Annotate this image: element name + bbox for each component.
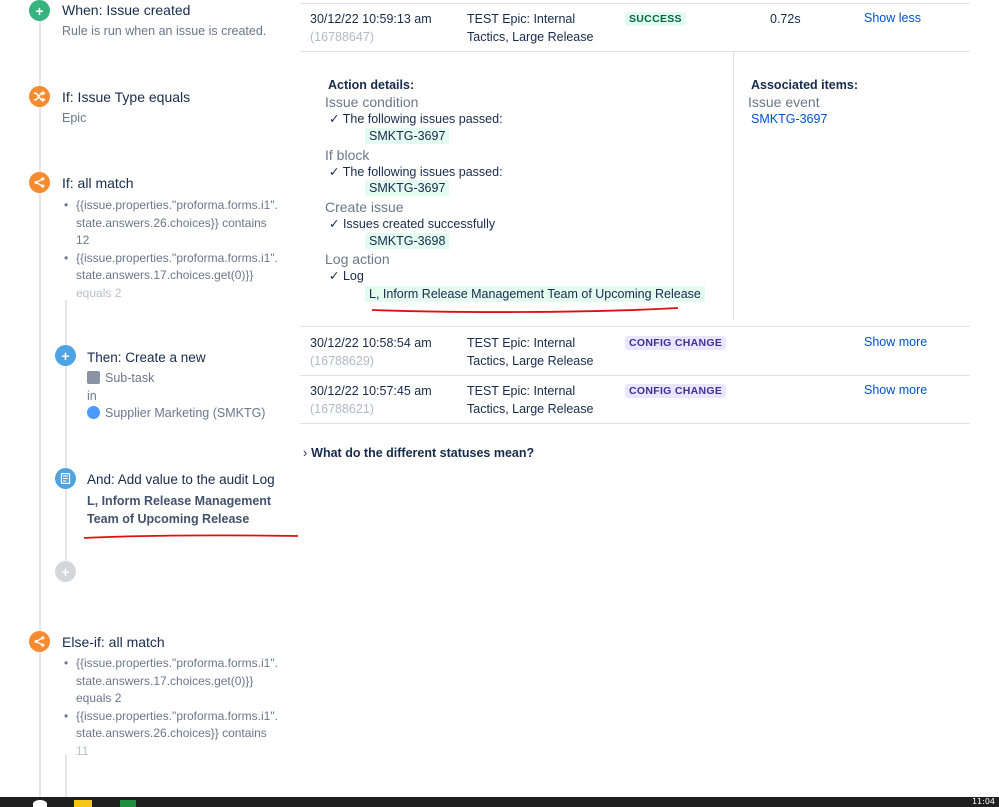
branch-line bbox=[65, 755, 67, 797]
condition-title[interactable]: If: Issue Type equals bbox=[62, 89, 190, 105]
issue-tag[interactable]: SMKTG-3697 bbox=[365, 180, 450, 196]
row-date: 30/12/22 10:58:54 am bbox=[310, 336, 432, 350]
status-badge: SUCCESS bbox=[625, 12, 686, 26]
add-step-icon[interactable]: + bbox=[55, 561, 76, 582]
rule-panel: + When: Issue created Rule is run when a… bbox=[0, 0, 300, 797]
row-issue: TEST Epic: Internal bbox=[467, 384, 576, 398]
row-duration: 0.72s bbox=[770, 12, 801, 26]
condition-value: Epic bbox=[62, 111, 87, 125]
folder-icon[interactable] bbox=[74, 800, 92, 807]
log-message: L, Inform Release Management Team of Upco… bbox=[87, 494, 272, 526]
table-row[interactable]: 30/12/22 10:58:54 am (16788629) TEST Epi… bbox=[300, 328, 970, 376]
start-icon[interactable] bbox=[33, 800, 47, 807]
row-date: 30/12/22 10:59:13 am bbox=[310, 12, 432, 26]
log-tag: L, Inform Release Management Team of Upc… bbox=[365, 286, 705, 302]
action-details-heading: Action details: bbox=[328, 78, 415, 92]
list-item: {{issue.properties."proforma.forms.i1".s… bbox=[62, 708, 278, 761]
plus-icon[interactable]: + bbox=[29, 0, 50, 21]
check-line: ✓ The following issues passed: bbox=[329, 112, 503, 126]
details-divider bbox=[733, 52, 734, 320]
list-item: {{issue.properties."proforma.forms.i1".s… bbox=[62, 655, 278, 708]
row-issue: Tactics, Large Release bbox=[467, 402, 594, 416]
check-icon: ✓ bbox=[329, 165, 343, 179]
status-badge: CONFIG CHANGE bbox=[625, 336, 727, 350]
show-more-link[interactable]: Show more bbox=[864, 383, 927, 397]
table-row[interactable]: 30/12/22 10:59:13 am (16788647) TEST Epi… bbox=[300, 0, 970, 52]
section-name: Log action bbox=[325, 251, 390, 267]
condition-list: {{issue.properties."proforma.forms.i1".s… bbox=[62, 197, 278, 302]
app-icon[interactable] bbox=[120, 800, 136, 807]
condition-list: {{issue.properties."proforma.forms.i1".s… bbox=[62, 655, 278, 760]
list-item: {{issue.properties."proforma.forms.i1".s… bbox=[62, 250, 278, 303]
row-id: (16788621) bbox=[310, 402, 374, 416]
check-icon: ✓ bbox=[329, 217, 343, 231]
show-more-link[interactable]: Show more bbox=[864, 335, 927, 349]
project-name: Supplier Marketing (SMKTG) bbox=[87, 406, 265, 420]
row-issue: TEST Epic: Internal bbox=[467, 336, 576, 350]
action-title[interactable]: Then: Create a new bbox=[87, 350, 206, 365]
elseif-title[interactable]: Else-if: all match bbox=[62, 634, 165, 650]
check-icon: ✓ bbox=[329, 112, 343, 126]
section-name: Issue condition bbox=[325, 94, 419, 110]
action-title[interactable]: And: Add value to the audit Log bbox=[87, 472, 275, 487]
annotation-underline bbox=[83, 534, 299, 539]
rule-timeline bbox=[39, 0, 41, 797]
in-label: in bbox=[87, 389, 97, 403]
issue-type: Sub-task bbox=[87, 371, 154, 385]
statuses-faq[interactable]: › What do the different statuses mean? bbox=[303, 446, 534, 460]
plus-icon[interactable]: + bbox=[55, 345, 76, 366]
row-date: 30/12/22 10:57:45 am bbox=[310, 384, 432, 398]
row-issue: Tactics, Large Release bbox=[467, 30, 594, 44]
shuffle-icon[interactable] bbox=[29, 86, 50, 107]
subtask-icon bbox=[87, 371, 100, 384]
chevron-right-icon: › bbox=[303, 446, 308, 460]
action-details-panel: Action details: Issue condition ✓ The fo… bbox=[300, 52, 970, 327]
branch-icon[interactable] bbox=[29, 172, 50, 193]
check-line: ✓ Issues created successfully bbox=[329, 217, 496, 231]
section-name: Create issue bbox=[325, 199, 404, 215]
clock: 11:04 bbox=[971, 797, 995, 806]
annotation-underline bbox=[371, 307, 679, 313]
row-id: (16788629) bbox=[310, 354, 374, 368]
issue-tag[interactable]: SMKTG-3698 bbox=[365, 233, 450, 249]
row-issue: TEST Epic: Internal bbox=[467, 12, 576, 26]
associated-label: Issue event bbox=[748, 94, 820, 110]
associated-issue-link[interactable]: SMKTG-3697 bbox=[751, 112, 827, 126]
check-line: ✓ Log bbox=[329, 269, 364, 283]
row-issue: Tactics, Large Release bbox=[467, 354, 594, 368]
issue-tag[interactable]: SMKTG-3697 bbox=[365, 128, 450, 144]
row-id: (16788647) bbox=[310, 30, 374, 44]
branch-line bbox=[65, 300, 67, 570]
check-line: ✓ The following issues passed: bbox=[329, 165, 503, 179]
branch-icon[interactable] bbox=[29, 631, 50, 652]
associated-items-heading: Associated items: bbox=[751, 78, 858, 92]
list-item: {{issue.properties."proforma.forms.i1".s… bbox=[62, 197, 278, 250]
trigger-title[interactable]: When: Issue created bbox=[62, 2, 190, 18]
section-name: If block bbox=[325, 147, 370, 163]
status-badge: CONFIG CHANGE bbox=[625, 384, 727, 398]
document-icon[interactable] bbox=[55, 468, 76, 489]
table-row[interactable]: 30/12/22 10:57:45 am (16788621) TEST Epi… bbox=[300, 376, 970, 424]
check-icon: ✓ bbox=[329, 269, 343, 283]
trigger-description: Rule is run when an issue is created. bbox=[62, 24, 267, 38]
project-avatar-icon bbox=[87, 406, 100, 419]
condition-title[interactable]: If: all match bbox=[62, 175, 134, 191]
show-less-link[interactable]: Show less bbox=[864, 11, 921, 25]
taskbar: 11:04 bbox=[0, 797, 999, 807]
